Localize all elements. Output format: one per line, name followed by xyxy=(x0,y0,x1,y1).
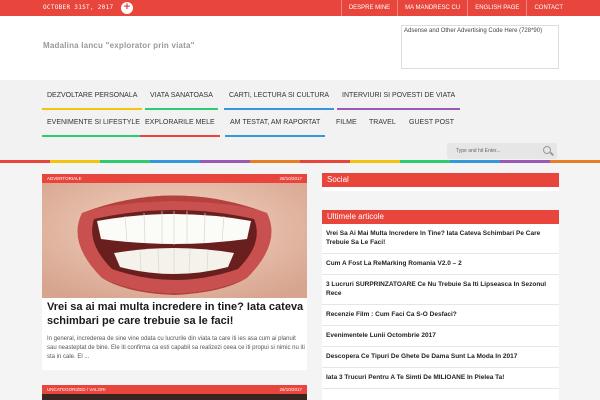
nav-item-filme[interactable]: FILME xyxy=(331,110,362,137)
site-title[interactable]: Madalina Iancu "explorator prin viata" xyxy=(43,41,195,50)
nav-item-label: TRAVEL xyxy=(369,119,396,126)
post-meta-bar-2: UNCATEGORIZED / VALORI 26/10/2017 xyxy=(42,385,307,394)
top-link-contact[interactable]: CONTACT xyxy=(526,0,570,16)
post-date: 28/10/2017 xyxy=(279,176,302,181)
nav-item-carti-lectura[interactable]: CARTI, LECTURA SI CULTURA xyxy=(224,83,335,110)
social-widget-title: Social xyxy=(322,173,559,187)
post-title[interactable]: Vrei sa ai mai multa incredere in tine? … xyxy=(47,300,305,328)
plus-icon[interactable]: + xyxy=(121,2,133,14)
list-item[interactable]: Descopera Ce Tipuri De Ghete De Dama Sun… xyxy=(322,347,559,368)
list-item[interactable]: Evenimentele Lunii Octombrie 2017 xyxy=(322,326,559,347)
current-date: OCTOBER 31ST, 2017 xyxy=(43,4,114,11)
nav-item-label: GUEST POST xyxy=(409,119,454,126)
search-bar-row: Type and hit Enter... xyxy=(0,140,600,160)
top-link-ma-mandresc-cu[interactable]: MA MANDRESC CU xyxy=(397,0,467,16)
main-content: ADVERTORIALE 28/10/2017 Vrei sa ai mai m… xyxy=(0,163,600,400)
latest-articles-widget: Ultimele articole Vrei Sa Ai Mai Multa I… xyxy=(322,210,559,400)
search-input[interactable]: Type and hit Enter... xyxy=(447,143,557,159)
list-item[interactable]: Cum A Fost La ReMarking Romania V2.0 – 2 xyxy=(322,254,559,275)
nav-item-viata-sanatoasa[interactable]: VIATA SANATOASA xyxy=(145,83,218,110)
nav-color-bar xyxy=(225,135,326,137)
list-item[interactable]: Vrei Sa Ai Mai Multa Incredere In Tine? … xyxy=(322,224,559,254)
latest-articles-title: Ultimele articole xyxy=(322,210,559,224)
top-link-despre-mine[interactable]: DESPRE MINE xyxy=(340,0,397,16)
nav-color-bar xyxy=(42,135,145,137)
nav-item-am-testat[interactable]: AM TESTAT, AM RAPORTAT xyxy=(225,110,326,137)
smile-image xyxy=(42,183,307,298)
nav-item-label: FILME xyxy=(336,119,357,126)
ad-banner[interactable]: Adsense and Other Advertising Code Here … xyxy=(401,25,559,69)
nav-item-label: AM TESTAT, AM RAPORTAT xyxy=(230,119,321,126)
nav-item-label: INTERVIURI SI POVESTI DE VIATA xyxy=(342,92,456,99)
nav-item-travel[interactable]: TRAVEL xyxy=(364,110,401,137)
post-date: 26/10/2017 xyxy=(279,387,302,392)
post-image-2[interactable] xyxy=(42,394,307,400)
site-header: Madalina Iancu "explorator prin viata" A… xyxy=(0,16,600,80)
nav-item-label: VIATA SANATOASA xyxy=(150,92,213,99)
main-nav: DEZVOLTARE PERSONALA VIATA SANATOASA CAR… xyxy=(0,80,600,140)
nav-item-interviuri[interactable]: INTERVIURI SI POVESTI DE VIATA xyxy=(337,83,461,110)
top-links: DESPRE MINE MA MANDRESC CU ENGLISH PAGE … xyxy=(340,0,570,16)
featured-post: ADVERTORIALE 28/10/2017 Vrei sa ai mai m… xyxy=(42,174,307,370)
post-category[interactable]: ADVERTORIALE xyxy=(47,176,82,181)
list-item[interactable]: Iata 3 Trucuri Pentru A Te Simti De MILI… xyxy=(322,368,559,389)
social-widget: Social xyxy=(322,173,559,191)
list-item[interactable]: Recenzie Film : Cum Faci Ca S-O Desfaci? xyxy=(322,305,559,326)
nav-item-label: EVENIMENTE SI LIFESTYLE xyxy=(47,119,140,126)
ad-text: Adsense and Other Advertising Code Here … xyxy=(404,28,543,34)
nav-item-evenimente[interactable]: EVENIMENTE SI LIFESTYLE xyxy=(42,110,145,137)
nav-item-explorarile-mele[interactable]: EXPLORARILE MELE xyxy=(140,110,220,137)
nav-item-label: CARTI, LECTURA SI CULTURA xyxy=(229,92,330,99)
post-excerpt: In general, increderea de sine vine odat… xyxy=(47,336,305,360)
top-bar: OCTOBER 31ST, 2017 + DESPRE MINE MA MAND… xyxy=(0,0,600,16)
nav-item-dezvoltare-personala[interactable]: DEZVOLTARE PERSONALA xyxy=(42,83,143,110)
nav-item-label: DEZVOLTARE PERSONALA xyxy=(47,92,138,99)
nav-color-bar xyxy=(140,135,220,137)
post-image[interactable] xyxy=(42,183,307,298)
search-icon[interactable] xyxy=(543,146,551,154)
post-meta-bar: ADVERTORIALE 28/10/2017 xyxy=(42,174,307,183)
nav-item-guest-post[interactable]: GUEST POST xyxy=(404,110,459,137)
search-placeholder: Type and hit Enter... xyxy=(456,148,501,154)
top-link-english-page[interactable]: ENGLISH PAGE xyxy=(467,0,526,16)
list-item[interactable]: 3 Lucruri SURPRINZATOARE Ce Nu Trebuie S… xyxy=(322,275,559,305)
post-category[interactable]: UNCATEGORIZED / VALORI xyxy=(47,387,106,392)
nav-item-label: EXPLORARILE MELE xyxy=(145,119,215,126)
latest-articles-list: Vrei Sa Ai Mai Multa Incredere In Tine? … xyxy=(322,224,559,389)
